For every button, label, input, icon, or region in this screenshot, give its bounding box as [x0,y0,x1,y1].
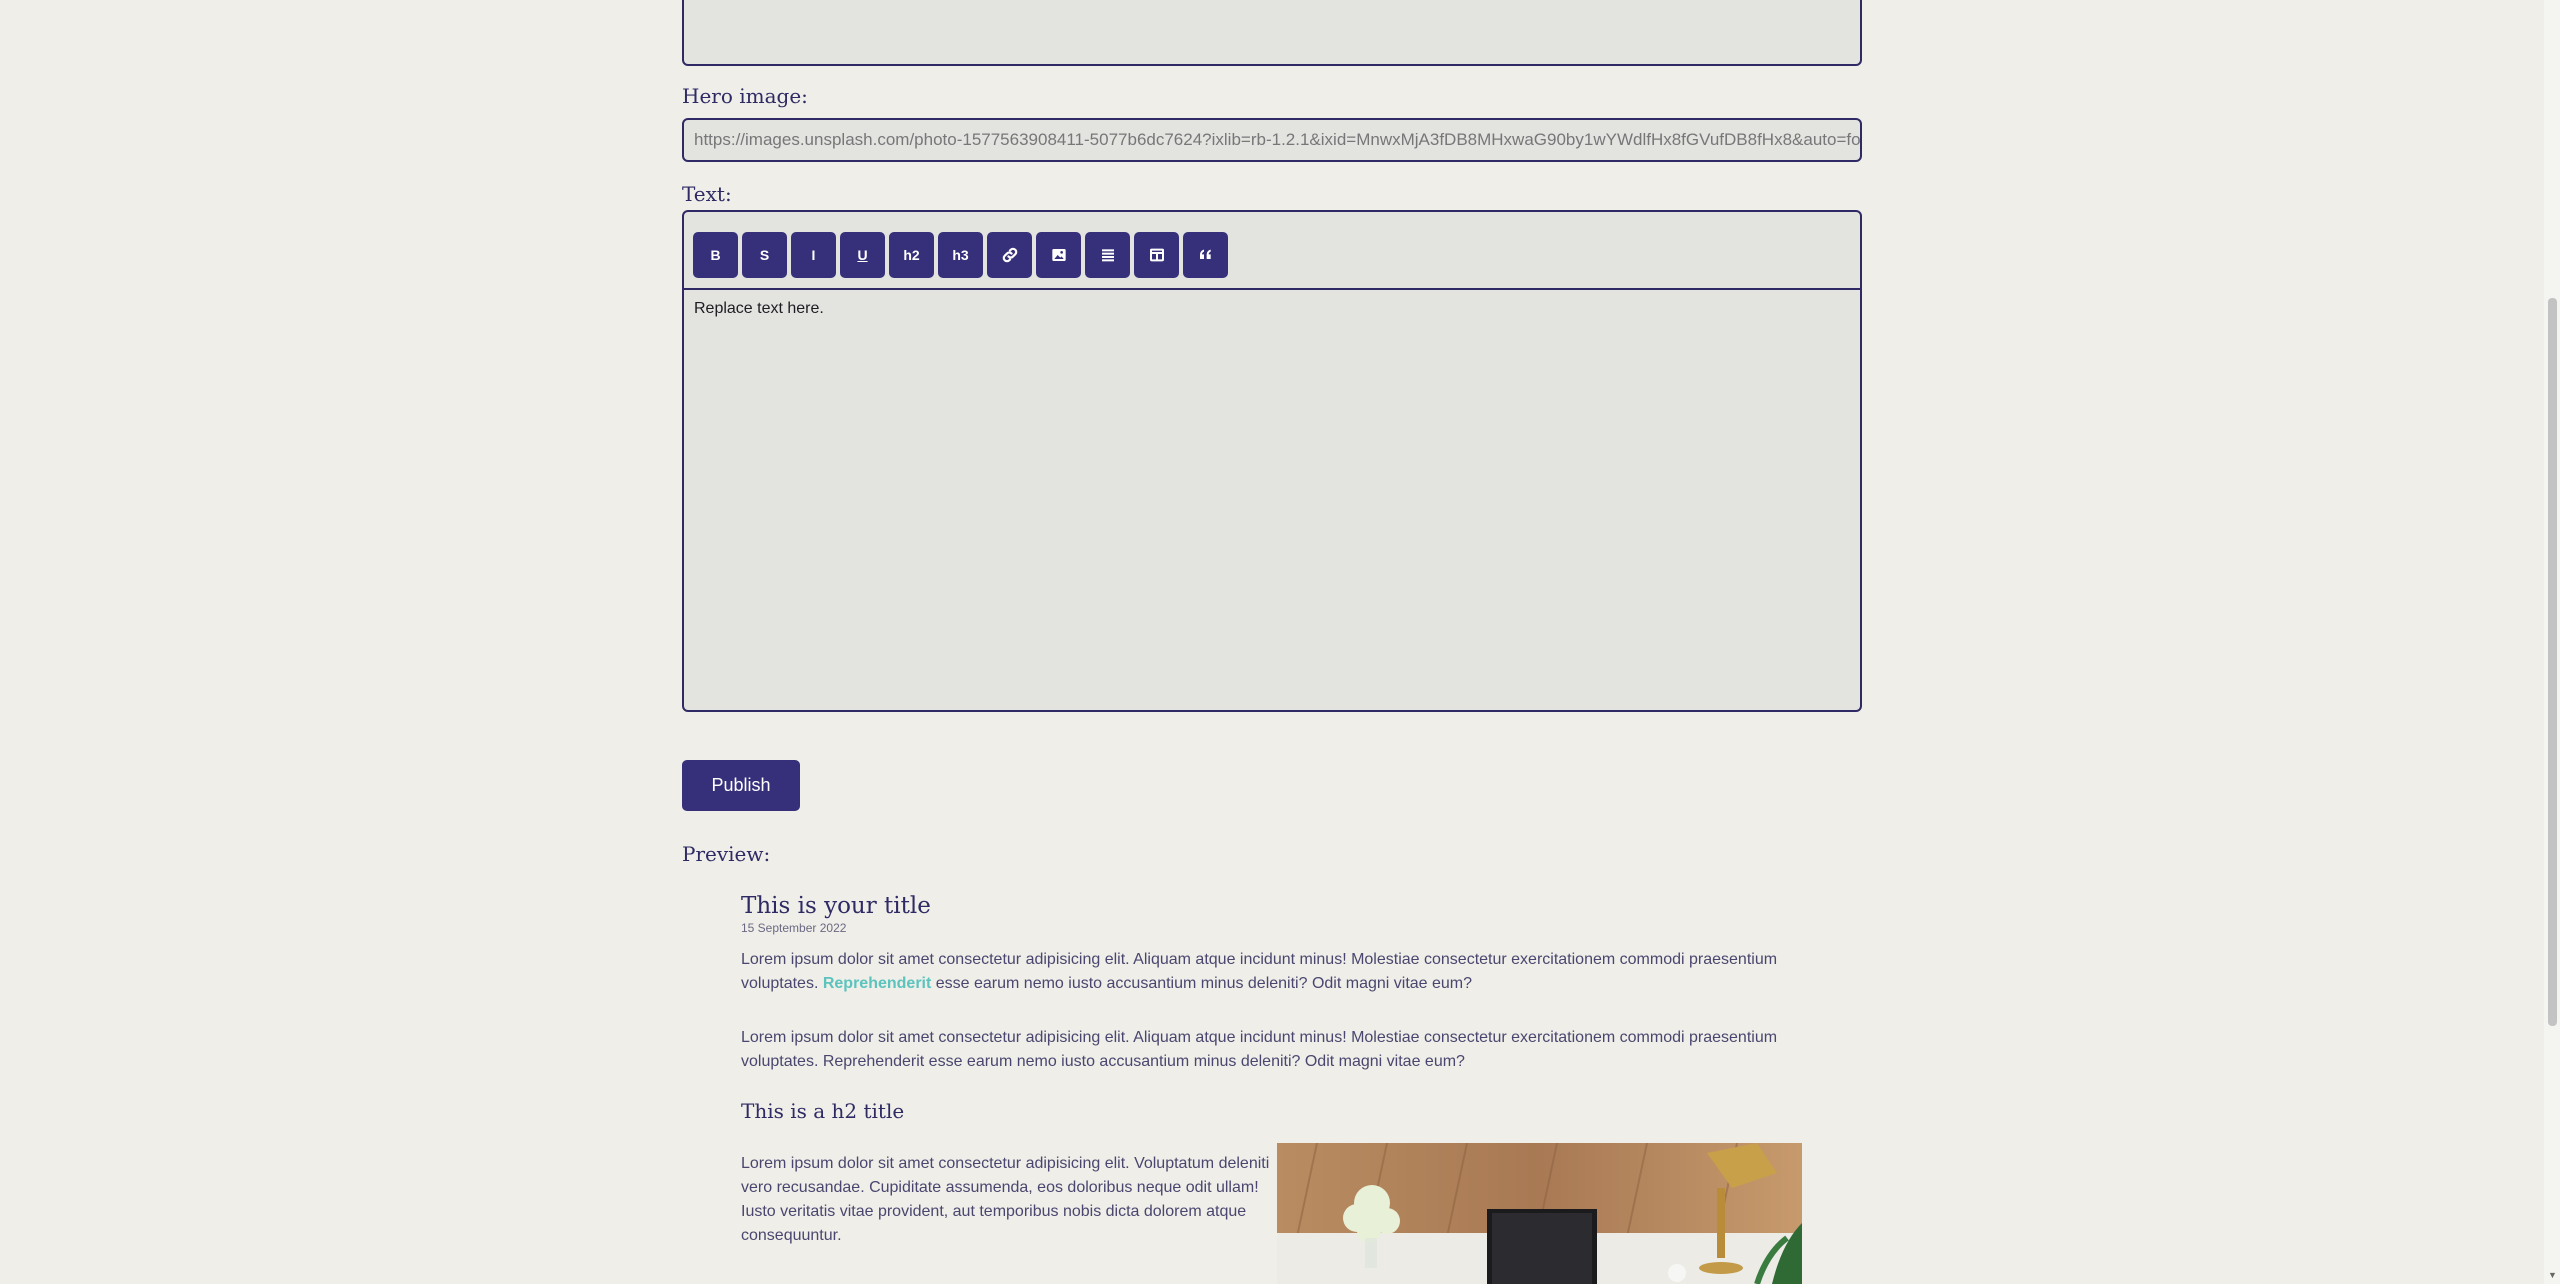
preview-image [1277,1143,1802,1284]
table-button[interactable] [1134,232,1179,278]
editor-toolbar: B S I U h2 h3 [684,212,1860,290]
underline-button[interactable]: U [840,232,885,278]
table-icon [1149,248,1164,262]
preview-label: Preview: [682,842,771,866]
image-button[interactable] [1036,232,1081,278]
previous-textarea[interactable] [682,0,1862,66]
text-label: Text: [682,182,732,206]
preview-title: This is your title [741,893,931,919]
hero-image-input[interactable]: https://images.unsplash.com/photo-157756… [682,118,1862,162]
scrollbar-thumb[interactable] [2548,298,2557,1026]
image-icon [1051,249,1066,261]
align-button[interactable] [1085,232,1130,278]
text-editor[interactable]: B S I U h2 h3 Replace text here. [682,210,1862,712]
link-button[interactable] [987,232,1032,278]
scroll-down-arrow-icon[interactable]: ▼ [2548,1270,2557,1280]
preview-paragraph-3: Lorem ipsum dolor sit amet consectetur a… [741,1155,1270,1244]
h3-button[interactable]: h3 [938,232,983,278]
align-justify-icon [1101,249,1114,262]
reprehenderit-link[interactable]: Reprehenderit [823,975,931,992]
quote-icon [1199,249,1211,259]
preview-paragraph-2: Lorem ipsum dolor sit amet consectetur a… [741,1029,1778,1070]
editor-content[interactable]: Replace text here. [694,300,824,318]
preview-paragraph-1: Lorem ipsum dolor sit amet consectetur a… [741,948,1806,996]
hero-image-label: Hero image: [682,84,808,108]
quote-button[interactable] [1183,232,1228,278]
preview-date: 15 September 2022 [741,921,847,935]
publish-button[interactable]: Publish [682,760,800,811]
h2-button[interactable]: h2 [889,232,934,278]
link-icon [1002,247,1017,263]
strike-button[interactable]: S [742,232,787,278]
paragraph-1-text-end: esse earum nemo iusto accusantium minus … [935,975,1473,992]
preview-h2: This is a h2 title [741,1099,905,1123]
bold-button[interactable]: B [693,232,738,278]
italic-button[interactable]: I [791,232,836,278]
